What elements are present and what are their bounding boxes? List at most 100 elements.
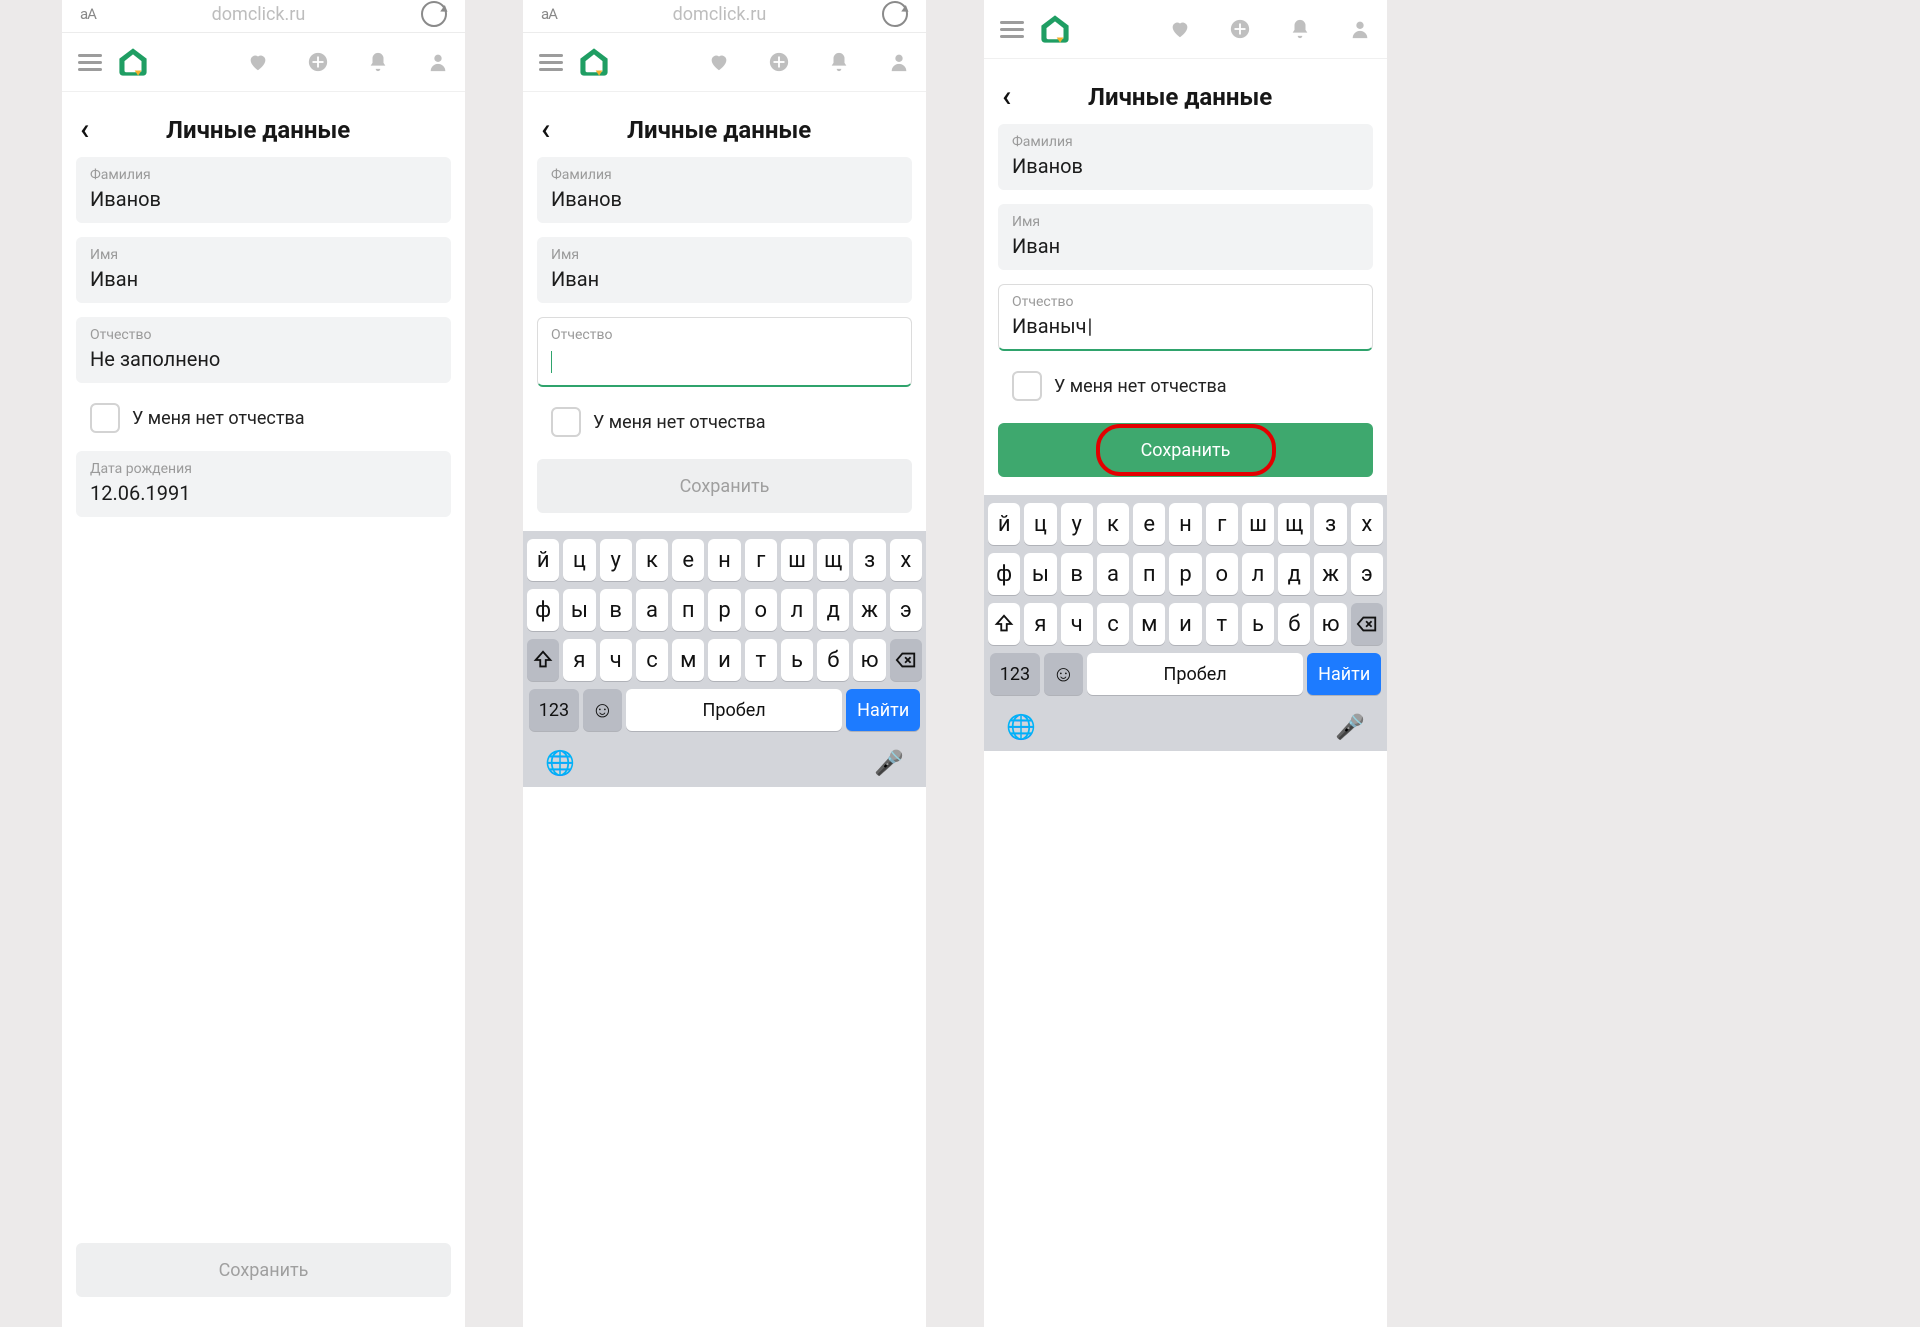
key-ф[interactable]: ф — [988, 553, 1020, 595]
key-р[interactable]: р — [708, 589, 740, 631]
menu-icon[interactable] — [1000, 21, 1024, 38]
checkbox-icon[interactable] — [1012, 371, 1042, 401]
key-я[interactable]: я — [563, 639, 595, 681]
space-key[interactable]: Пробел — [1087, 653, 1304, 695]
key-л[interactable]: л — [1242, 553, 1274, 595]
key-п[interactable]: п — [1133, 553, 1165, 595]
reload-icon[interactable] — [421, 1, 447, 27]
surname-field[interactable]: Фамилия Иванов — [537, 157, 912, 223]
bell-icon[interactable] — [367, 51, 389, 73]
menu-icon[interactable] — [78, 54, 102, 71]
key-х[interactable]: х — [1351, 503, 1383, 545]
key-ц[interactable]: ц — [563, 539, 595, 581]
key-ж[interactable]: ж — [853, 589, 885, 631]
key-ю[interactable]: ю — [853, 639, 885, 681]
key-н[interactable]: н — [1169, 503, 1201, 545]
logo-icon[interactable] — [577, 45, 611, 79]
plus-icon[interactable] — [1229, 18, 1251, 40]
key-а[interactable]: а — [636, 589, 668, 631]
key-э[interactable]: э — [890, 589, 922, 631]
key-я[interactable]: я — [1024, 603, 1056, 645]
key-е[interactable]: е — [1133, 503, 1165, 545]
mic-icon[interactable]: 🎤 — [874, 749, 904, 777]
name-field[interactable]: Имя Иван — [998, 204, 1373, 270]
key-й[interactable]: й — [527, 539, 559, 581]
key-э[interactable]: э — [1351, 553, 1383, 595]
heart-icon[interactable] — [247, 51, 269, 73]
key-б[interactable]: б — [1278, 603, 1310, 645]
key-м[interactable]: м — [1133, 603, 1165, 645]
user-icon[interactable] — [1349, 18, 1371, 40]
key-т[interactable]: т — [1206, 603, 1238, 645]
key-у[interactable]: у — [600, 539, 632, 581]
save-button[interactable]: Сохранить — [76, 1243, 451, 1297]
key-о[interactable]: о — [1206, 553, 1238, 595]
key-ь[interactable]: ь — [1242, 603, 1274, 645]
key-в[interactable]: в — [600, 589, 632, 631]
backspace-key[interactable] — [1351, 603, 1383, 645]
key-р[interactable]: р — [1169, 553, 1201, 595]
key-ж[interactable]: ж — [1314, 553, 1346, 595]
globe-icon[interactable]: 🌐 — [1006, 713, 1036, 741]
key-г[interactable]: г — [1206, 503, 1238, 545]
key-й[interactable]: й — [988, 503, 1020, 545]
no-patronymic-checkbox[interactable]: У меня нет отчества — [537, 401, 912, 441]
key-ф[interactable]: ф — [527, 589, 559, 631]
key-у[interactable]: у — [1061, 503, 1093, 545]
birthdate-field[interactable]: Дата рождения 12.06.1991 — [76, 451, 451, 517]
key-е[interactable]: е — [672, 539, 704, 581]
key-ю[interactable]: ю — [1314, 603, 1346, 645]
save-button[interactable]: Сохранить — [537, 459, 912, 513]
menu-icon[interactable] — [539, 54, 563, 71]
checkbox-icon[interactable] — [551, 407, 581, 437]
heart-icon[interactable] — [1169, 18, 1191, 40]
checkbox-icon[interactable] — [90, 403, 120, 433]
key-а[interactable]: а — [1097, 553, 1129, 595]
key-ы[interactable]: ы — [1024, 553, 1056, 595]
key-ы[interactable]: ы — [563, 589, 595, 631]
name-field[interactable]: Имя Иван — [537, 237, 912, 303]
key-л[interactable]: л — [781, 589, 813, 631]
logo-icon[interactable] — [1038, 12, 1072, 46]
plus-icon[interactable] — [768, 51, 790, 73]
emoji-key[interactable]: ☺ — [583, 689, 622, 731]
key-щ[interactable]: щ — [1278, 503, 1310, 545]
heart-icon[interactable] — [708, 51, 730, 73]
key-ц[interactable]: ц — [1024, 503, 1056, 545]
key-ш[interactable]: ш — [1242, 503, 1274, 545]
emoji-key[interactable]: ☺ — [1044, 653, 1083, 695]
key-м[interactable]: м — [672, 639, 704, 681]
key-з[interactable]: з — [1314, 503, 1346, 545]
mic-icon[interactable]: 🎤 — [1335, 713, 1365, 741]
text-size-icon[interactable]: aA — [541, 5, 557, 23]
key-с[interactable]: с — [636, 639, 668, 681]
key-и[interactable]: и — [708, 639, 740, 681]
patronymic-field[interactable]: Отчество — [537, 317, 912, 387]
key-в[interactable]: в — [1061, 553, 1093, 595]
find-key[interactable]: Найти — [846, 689, 920, 731]
key-т[interactable]: т — [745, 639, 777, 681]
key-ч[interactable]: ч — [600, 639, 632, 681]
no-patronymic-checkbox[interactable]: У меня нет отчества — [998, 365, 1373, 405]
text-size-icon[interactable]: aA — [80, 5, 96, 23]
user-icon[interactable] — [427, 51, 449, 73]
surname-field[interactable]: Фамилия Иванов — [76, 157, 451, 223]
bell-icon[interactable] — [828, 51, 850, 73]
bell-icon[interactable] — [1289, 18, 1311, 40]
key-к[interactable]: к — [636, 539, 668, 581]
key-ь[interactable]: ь — [781, 639, 813, 681]
key-к[interactable]: к — [1097, 503, 1129, 545]
key-и[interactable]: и — [1169, 603, 1201, 645]
patronymic-field[interactable]: Отчество Иваныч — [998, 284, 1373, 351]
key-с[interactable]: с — [1097, 603, 1129, 645]
shift-key[interactable] — [527, 639, 559, 681]
key-д[interactable]: д — [1278, 553, 1310, 595]
surname-field[interactable]: Фамилия Иванов — [998, 124, 1373, 190]
patronymic-field[interactable]: Отчество Не заполнено — [76, 317, 451, 383]
backspace-key[interactable] — [890, 639, 922, 681]
numbers-key[interactable]: 123 — [529, 689, 579, 731]
plus-icon[interactable] — [307, 51, 329, 73]
space-key[interactable]: Пробел — [626, 689, 843, 731]
key-ш[interactable]: ш — [781, 539, 813, 581]
key-о[interactable]: о — [745, 589, 777, 631]
